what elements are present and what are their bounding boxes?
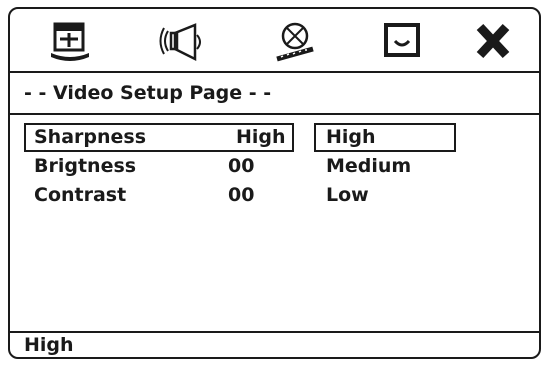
option-item-medium[interactable]: Medium [316,152,456,181]
preference-setup-icon[interactable] [377,19,427,63]
setting-row-contrast[interactable]: Contrast 00 [10,181,539,210]
setting-value: 00 [228,155,255,177]
exit-setup-icon[interactable] [468,19,518,63]
general-setup-icon[interactable] [45,19,95,63]
option-item-low[interactable]: Low [316,181,456,210]
setting-row-brightness[interactable]: Brigtness 00 [10,152,539,181]
option-item-high[interactable]: High [314,123,456,152]
setting-value: High [236,126,286,148]
setting-row-sharpness[interactable]: Sharpness High [10,123,539,152]
page-title: - - Video Setup Page - - [10,73,539,115]
video-setup-icon[interactable] [269,19,319,63]
setting-label: Contrast [34,184,127,206]
setting-value: 00 [228,184,255,206]
audio-setup-icon[interactable] [157,19,207,63]
status-bar: High [10,331,539,357]
setup-icon-bar [10,9,539,73]
setup-menu-window: - - Video Setup Page - - Sharpness High … [8,7,541,359]
settings-list: Sharpness High Brigtness 00 Contrast 00 … [10,115,539,337]
setting-label: Brigtness [34,155,137,177]
